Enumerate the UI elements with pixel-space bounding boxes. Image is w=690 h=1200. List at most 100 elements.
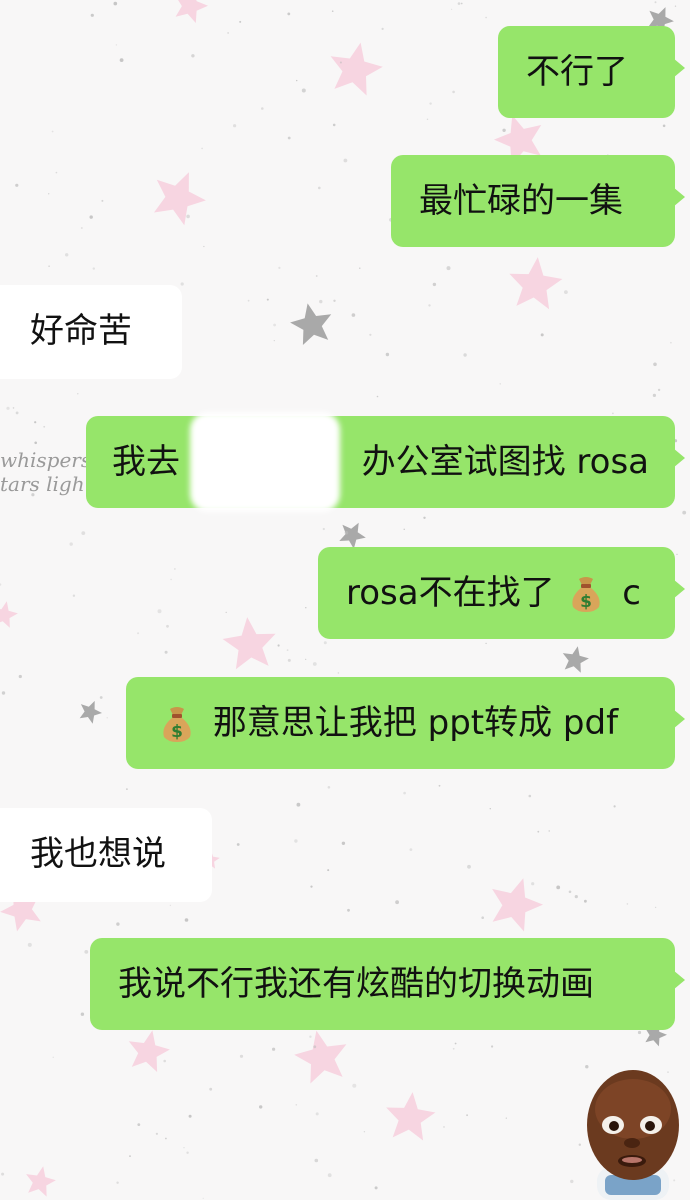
background-speck xyxy=(99,696,103,699)
background-speck xyxy=(0,583,2,586)
background-speck xyxy=(129,1155,131,1157)
message-bubble-incoming[interactable]: 好命苦 xyxy=(0,285,182,379)
background-speck xyxy=(574,895,578,899)
background-speck xyxy=(467,864,471,869)
background-speck xyxy=(169,904,172,907)
background-speck xyxy=(460,2,463,5)
message-bubble-outgoing[interactable]: rosa不在找了 $ c xyxy=(318,547,685,639)
background-speck xyxy=(295,1104,298,1106)
pink-star-icon xyxy=(0,601,18,628)
message-bubble-outgoing[interactable]: $ 那意思让我把 ppt转成 pdf xyxy=(126,677,685,769)
gray-star-icon xyxy=(79,700,102,724)
background-speck xyxy=(301,88,306,93)
background-speck xyxy=(203,245,205,248)
background-speck xyxy=(676,553,678,556)
face-sticker-icon[interactable] xyxy=(575,1063,690,1200)
background-speck xyxy=(670,341,672,344)
pink-star-icon xyxy=(294,1030,347,1084)
message-bubble-outgoing[interactable]: 我去 办公室试图找 rosa xyxy=(86,416,685,508)
background-speck xyxy=(637,1030,642,1035)
pink-star-icon xyxy=(154,172,206,226)
background-speck xyxy=(443,1126,445,1128)
background-speck xyxy=(333,299,336,302)
background-speck xyxy=(653,362,657,367)
background-speck xyxy=(239,1054,244,1058)
background-speck xyxy=(278,266,281,269)
background-speck xyxy=(343,158,348,163)
faded-text-line-1: whispers xyxy=(0,448,92,472)
background-speck xyxy=(202,1197,204,1199)
background-speck xyxy=(12,407,15,409)
message-bubble-incoming[interactable]: 我也想说 xyxy=(0,808,212,902)
background-speck xyxy=(180,282,184,286)
background-speck xyxy=(428,304,431,307)
background-speck xyxy=(266,298,269,301)
pink-star-icon xyxy=(386,1092,436,1141)
background-speck xyxy=(429,102,432,105)
background-speck xyxy=(528,794,532,798)
background-speck xyxy=(613,805,616,808)
background-speck xyxy=(126,788,128,790)
background-speck xyxy=(491,1045,494,1048)
background-speck xyxy=(305,607,307,609)
background-faded-text: whispers tars ligh xyxy=(0,448,91,496)
pink-star-icon xyxy=(222,617,276,670)
background-speck xyxy=(1,691,6,695)
background-speck xyxy=(489,808,491,810)
background-speck xyxy=(48,193,50,195)
message-text-part: c xyxy=(622,573,641,613)
money-bag-icon: $ xyxy=(569,573,605,613)
background-speck xyxy=(296,802,301,807)
message-text: 不行了 xyxy=(526,52,628,92)
background-speck xyxy=(499,383,501,385)
pink-star-icon xyxy=(26,1166,56,1197)
background-speck xyxy=(236,843,240,846)
background-speck xyxy=(92,267,96,270)
message-bubble-outgoing[interactable]: 不行了 xyxy=(498,26,685,118)
background-speck xyxy=(351,313,356,317)
background-speck xyxy=(287,658,291,662)
background-speck xyxy=(52,1056,54,1059)
svg-text:$: $ xyxy=(171,722,183,742)
background-speck xyxy=(432,282,437,287)
message-bubble-outgoing[interactable]: 最忙碌的一集 xyxy=(391,155,685,247)
background-speck xyxy=(119,58,124,62)
background-speck xyxy=(305,658,307,661)
background-speck xyxy=(485,642,487,645)
background-speck xyxy=(55,171,58,174)
background-speck xyxy=(225,611,227,614)
background-speck xyxy=(272,1047,276,1051)
message-bubble-outgoing[interactable]: 我说不行我还有炫酷的切换动画 xyxy=(90,938,685,1030)
background-speck xyxy=(540,333,544,337)
background-speck xyxy=(463,353,467,357)
background-speck xyxy=(15,411,19,415)
background-speck xyxy=(273,323,276,327)
background-speck xyxy=(537,830,540,833)
background-speck xyxy=(481,916,485,919)
background-speck xyxy=(186,1151,189,1154)
message-text: 最忙碌的一集 xyxy=(419,181,623,221)
background-speck xyxy=(556,885,561,890)
background-speck xyxy=(376,395,379,398)
background-speck xyxy=(426,118,429,121)
background-speck xyxy=(239,20,242,23)
background-speck xyxy=(312,662,317,666)
background-speck xyxy=(188,1114,192,1118)
background-speck xyxy=(331,10,334,12)
background-speck xyxy=(48,265,50,268)
background-speck xyxy=(277,644,280,647)
background-speck xyxy=(164,650,168,654)
background-speck xyxy=(347,908,350,912)
message-text-part: rosa不在找了 xyxy=(346,573,555,613)
background-speck xyxy=(395,900,399,905)
background-speck xyxy=(451,8,453,10)
background-speck xyxy=(51,130,54,133)
background-speck xyxy=(452,1047,455,1050)
background-speck xyxy=(363,1131,366,1133)
pink-star-icon xyxy=(492,878,543,932)
pink-star-icon xyxy=(128,1030,170,1072)
background-speck xyxy=(332,123,336,127)
background-speck xyxy=(327,869,330,872)
background-speck xyxy=(227,32,229,34)
background-speck xyxy=(438,784,441,787)
